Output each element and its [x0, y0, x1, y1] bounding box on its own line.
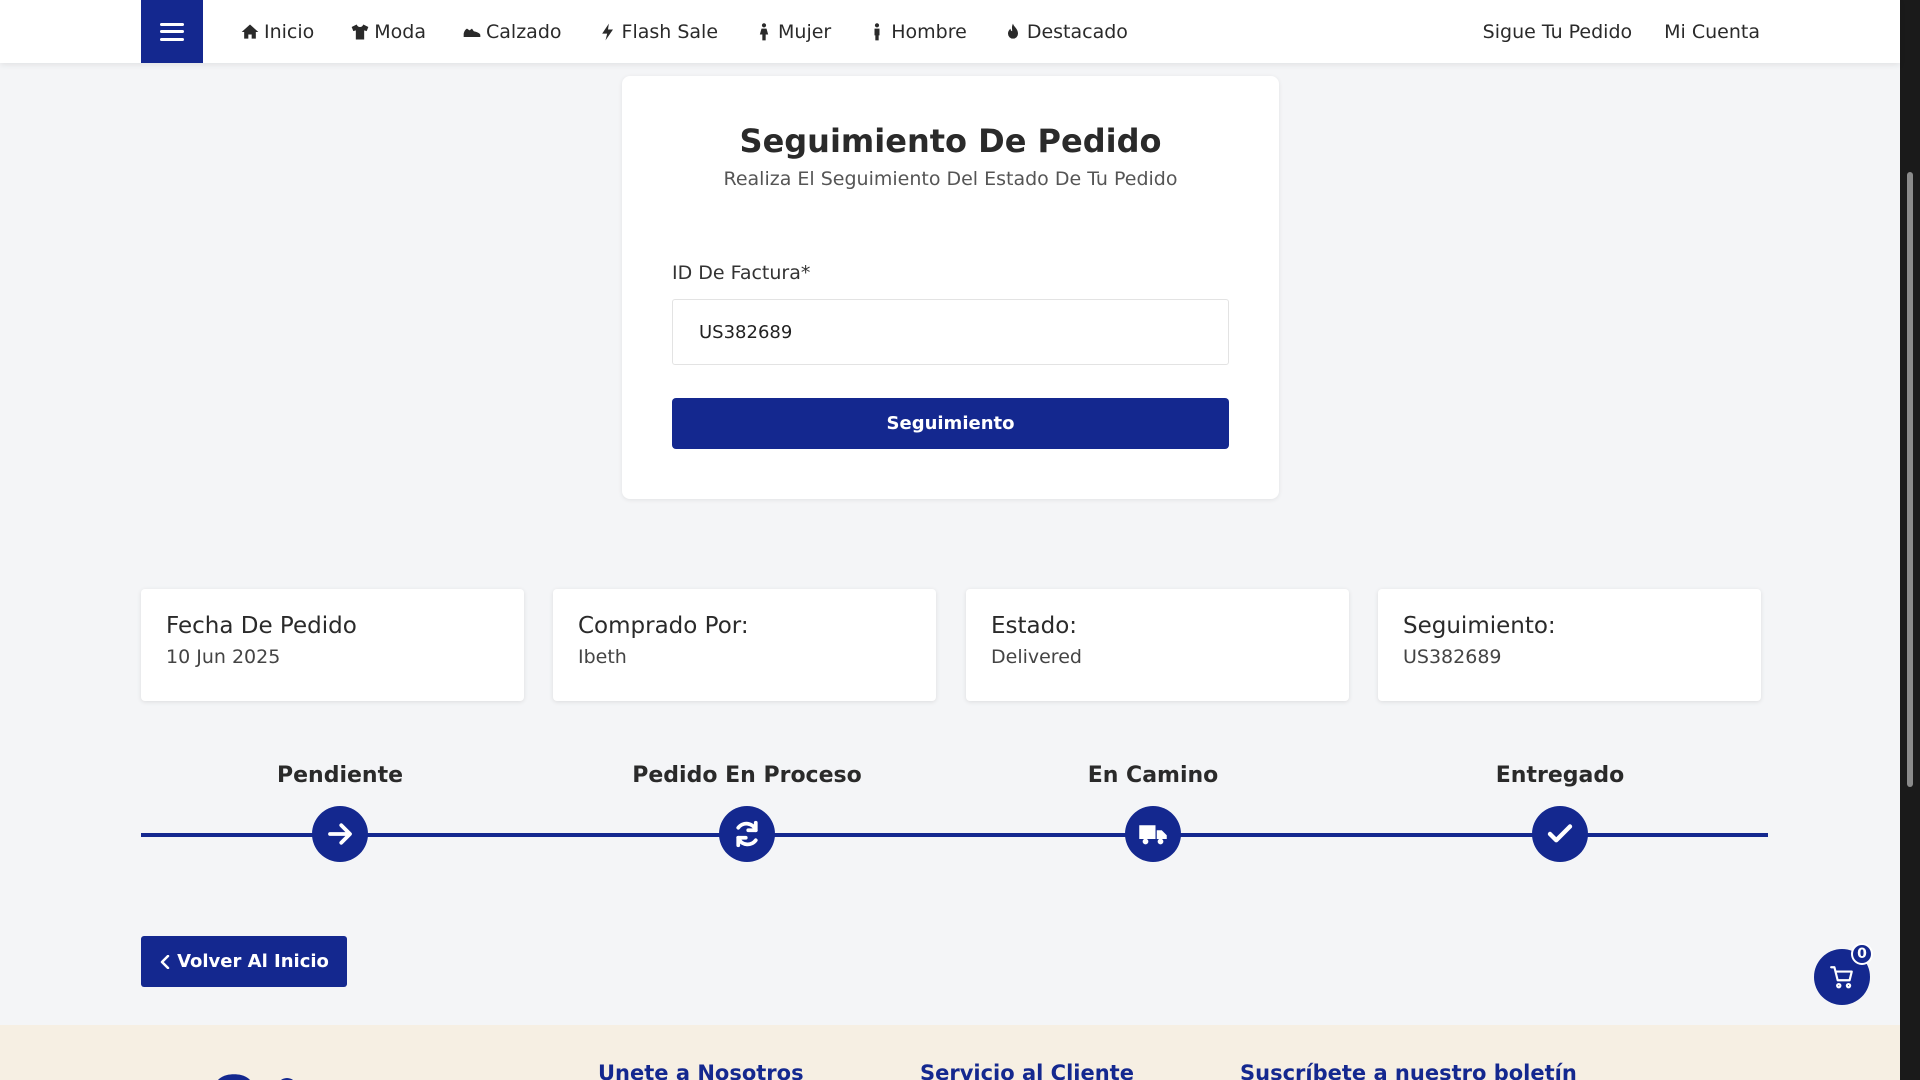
step-label: Pendiente — [276, 763, 404, 788]
page-subtitle: Realiza El Seguimiento Del Estado De Tu … — [723, 168, 1178, 190]
info-value: 10 Jun 2025 — [166, 646, 281, 668]
order-date-card: Fecha De Pedido 10 Jun 2025 — [141, 589, 524, 701]
nav-item-label: Mujer — [778, 20, 832, 43]
my-account-link[interactable]: Mi Cuenta — [1664, 21, 1760, 43]
arrow-right-icon — [328, 823, 352, 845]
info-value: Delivered — [991, 646, 1082, 668]
page-title: Seguimiento De Pedido — [739, 122, 1162, 160]
check-icon — [1547, 824, 1573, 843]
step-label: Entregado — [1495, 763, 1625, 788]
info-label: Fecha De Pedido — [166, 613, 357, 639]
info-value: US382689 — [1403, 646, 1502, 668]
nav-item-label: Flash Sale — [621, 20, 719, 43]
nav-item-label: Moda — [374, 20, 427, 43]
nav-item-label: Hombre — [891, 20, 967, 43]
footer: Unete a Nosotros Servicio al Cliente Sus… — [0, 1025, 1900, 1080]
tshirt-icon — [351, 24, 369, 39]
invoice-id-input[interactable] — [672, 299, 1229, 365]
shoe-icon — [463, 28, 481, 37]
page: Inicio Moda Calzado Flash Sale Mujer Hom… — [0, 0, 1920, 1080]
vertical-scrollbar[interactable] — [1900, 0, 1920, 1080]
step-label: En Camino — [1087, 763, 1219, 788]
footer-join-heading[interactable]: Unete a Nosotros — [598, 1061, 804, 1080]
track-button[interactable]: Seguimiento — [672, 398, 1229, 449]
truck-icon — [1139, 825, 1167, 845]
nav-item-calzado[interactable]: Calzado — [462, 21, 562, 43]
cart-count-badge: 0 — [1851, 943, 1873, 965]
info-label: Estado: — [991, 613, 1078, 639]
main-nav: Inicio Moda Calzado Flash Sale Mujer Hom… — [240, 0, 1128, 63]
footer-customer-service-heading[interactable]: Servicio al Cliente — [920, 1061, 1134, 1080]
nav-item-destacado[interactable]: Destacado — [1003, 21, 1128, 43]
nav-item-label: Inicio — [264, 20, 315, 43]
nav-item-label: Destacado — [1026, 20, 1128, 43]
nav-item-mujer[interactable]: Mujer — [754, 21, 831, 43]
order-tracking-card: Seguimiento De Pedido Realiza El Seguimi… — [622, 76, 1279, 499]
nav-item-hombre[interactable]: Hombre — [867, 21, 967, 43]
info-label: Seguimiento: — [1403, 613, 1556, 639]
scrollbar-thumb[interactable] — [1907, 172, 1913, 787]
step-on-the-way: En Camino — [1003, 760, 1303, 870]
home-icon — [241, 24, 259, 39]
step-marker — [1125, 806, 1181, 862]
step-delivered: Entregado — [1410, 760, 1710, 870]
male-icon — [874, 22, 880, 40]
back-home-button[interactable]: Volver Al Inicio — [141, 936, 347, 987]
bolt-icon — [601, 23, 613, 40]
account-nav: Sigue Tu Pedido Mi Cuenta — [1483, 0, 1760, 63]
info-value: Ibeth — [578, 646, 627, 668]
step-marker — [312, 806, 368, 862]
hamburger-icon — [160, 22, 184, 41]
nav-item-moda[interactable]: Moda — [350, 21, 426, 43]
brand-logo — [217, 1074, 293, 1080]
refresh-icon — [736, 820, 758, 848]
step-processing: Pedido En Proceso — [597, 760, 897, 870]
step-label: Pedido En Proceso — [632, 763, 862, 788]
step-marker — [1532, 806, 1588, 862]
top-navbar: Inicio Moda Calzado Flash Sale Mujer Hom… — [0, 0, 1900, 63]
footer-newsletter-heading: Suscríbete a nuestro boletín — [1240, 1061, 1577, 1080]
nav-item-label: Calzado — [486, 20, 562, 43]
menu-button[interactable] — [141, 0, 203, 63]
nav-item-inicio[interactable]: Inicio — [240, 21, 314, 43]
tracking-card: Seguimiento: US382689 — [1378, 589, 1761, 701]
step-marker — [719, 806, 775, 862]
invoice-id-label: ID De Factura* — [672, 262, 811, 284]
chevron-left-icon — [160, 954, 170, 969]
female-icon — [759, 22, 769, 40]
cart-icon — [1830, 966, 1853, 989]
track-order-link[interactable]: Sigue Tu Pedido — [1483, 21, 1632, 43]
purchased-by-card: Comprado Por: Ibeth — [553, 589, 936, 701]
info-label: Comprado Por: — [578, 613, 749, 639]
step-pending: Pendiente — [190, 760, 490, 870]
nav-item-flash-sale[interactable]: Flash Sale — [598, 20, 719, 43]
status-card: Estado: Delivered — [966, 589, 1349, 701]
fire-icon — [1007, 23, 1018, 39]
back-home-label: Volver Al Inicio — [177, 951, 329, 972]
